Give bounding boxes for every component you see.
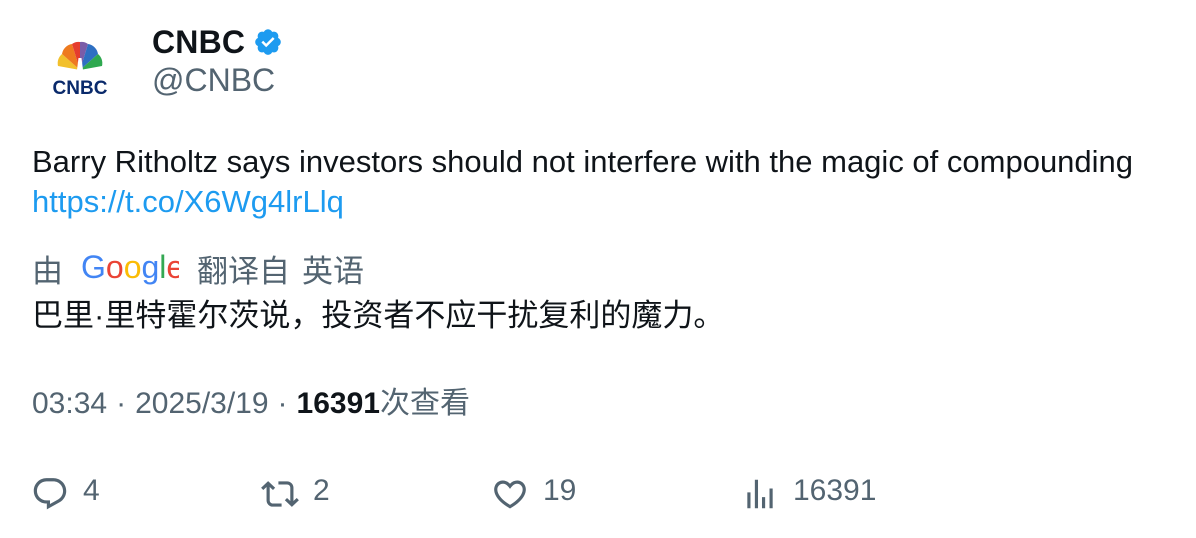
- heart-icon: [491, 475, 529, 513]
- verified-badge-icon: [253, 27, 283, 57]
- tweet-body-text: Barry Ritholtz says investors should not…: [32, 144, 1134, 179]
- tweet-meta: 03:34 · 2025/3/19 · 16391 次查看: [32, 384, 470, 424]
- meta-separator: ·: [277, 387, 288, 420]
- like-count: 19: [543, 474, 577, 507]
- retweet-button[interactable]: 2: [261, 466, 330, 522]
- retweet-count: 2: [313, 474, 330, 507]
- retweet-icon: [261, 475, 299, 513]
- author-name-row: CNBC: [152, 22, 283, 62]
- views-button[interactable]: 16391: [741, 466, 876, 522]
- bar-chart-icon: [741, 475, 779, 513]
- tweet-card: CNBC CNBC @CNBC Barry Ritholtz says inve…: [0, 0, 1196, 538]
- reply-icon: [31, 475, 69, 513]
- avatar[interactable]: CNBC: [38, 34, 122, 104]
- like-button[interactable]: 19: [491, 466, 576, 522]
- author-handle[interactable]: @CNBC: [152, 62, 275, 99]
- tweet-text: Barry Ritholtz says investors should not…: [32, 142, 1152, 222]
- avatar-logo-text: CNBC: [53, 78, 108, 99]
- translated-by-label: 由: [32, 253, 63, 289]
- action-bar: 4 2 19 16391: [0, 466, 1196, 522]
- translation-attribution: 由 Google 翻译自 英语: [32, 246, 364, 290]
- meta-separator: ·: [116, 387, 127, 420]
- cnbc-peacock-logo-icon: CNBC: [53, 41, 108, 99]
- tweet-link[interactable]: https://t.co/X6Wg4lrLlq: [32, 184, 344, 219]
- reply-count: 4: [83, 474, 100, 507]
- views-count: 16391: [296, 387, 380, 420]
- source-language: 英语: [302, 253, 364, 289]
- author-display-name[interactable]: CNBC: [152, 24, 245, 61]
- tweet-date[interactable]: 2025/3/19: [135, 384, 268, 424]
- views-action-count: 16391: [793, 474, 877, 507]
- translated-from-label: 翻译自: [197, 253, 290, 289]
- tweet-time[interactable]: 03:34: [32, 384, 107, 424]
- translated-text: 巴里·里特霍尔茨说，投资者不应干扰复利的魔力。: [32, 298, 725, 333]
- google-logo-text: Google: [81, 250, 179, 285]
- views-label: 次查看: [379, 387, 470, 420]
- google-logo-icon[interactable]: Google: [81, 248, 179, 288]
- reply-button[interactable]: 4: [31, 466, 100, 522]
